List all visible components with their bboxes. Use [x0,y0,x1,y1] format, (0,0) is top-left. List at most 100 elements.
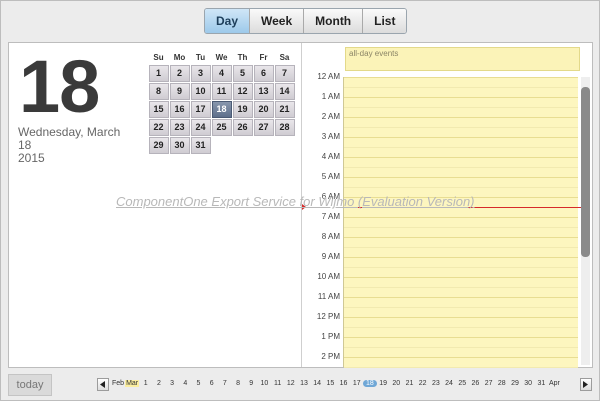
date-strip-day[interactable]: 13 [297,380,310,387]
mini-calendar-day[interactable]: 1 [148,64,169,82]
hour-line [344,317,578,318]
time-label: 5 AM [321,172,340,181]
mini-calendar-day[interactable]: 10 [190,82,211,100]
mini-calendar-day[interactable]: 6 [253,64,274,82]
date-strip-day[interactable]: 21 [403,380,416,387]
date-strip-day[interactable]: 29 [508,380,521,387]
time-label: 1 PM [321,332,340,341]
date-strip-day[interactable]: 10 [258,380,271,387]
weekday-month: Wednesday, March [18,125,121,139]
date-strip-day[interactable]: 3 [166,380,179,387]
date-strip-day[interactable]: 31 [535,380,548,387]
half-hour-line [344,307,578,308]
next-month-button[interactable] [580,378,592,391]
date-strip-day[interactable]: 26 [469,380,482,387]
mini-calendar-day[interactable]: 5 [232,64,253,82]
mini-calendar-day[interactable]: 2 [169,64,190,82]
date-strip-day[interactable]: 9 [245,380,258,387]
date-strip-day-selected[interactable]: 18 [363,379,377,387]
mini-calendar-day[interactable]: 16 [169,100,190,118]
day-time-grid[interactable] [343,77,578,368]
date-strip-day[interactable]: 15 [324,380,337,387]
half-hour-line [344,347,578,348]
date-strip-day[interactable]: 20 [390,380,403,387]
mini-calendar-day[interactable]: 12 [232,82,253,100]
date-strip-day[interactable]: 17 [350,380,363,387]
date-strip-day[interactable]: 12 [284,380,297,387]
date-strip-day[interactable]: 5 [192,380,205,387]
weekday-header: Sa [279,53,290,62]
mini-calendar-day[interactable]: 26 [232,118,253,136]
date-strip-day[interactable]: 2 [152,380,165,387]
mini-calendar-day[interactable]: 25 [211,118,232,136]
time-label: 8 AM [321,232,340,241]
mini-calendar-day[interactable]: 9 [169,82,190,100]
date-strip-day[interactable]: 24 [442,380,455,387]
mini-calendar-day[interactable]: 3 [190,64,211,82]
time-label: 9 AM [321,252,340,261]
mini-calendar-day[interactable]: 17 [190,100,211,118]
mini-calendar-day[interactable]: 8 [148,82,169,100]
date-strip-day[interactable]: 1 [139,380,152,387]
hour-line [344,337,578,338]
date-strip-day[interactable]: 23 [429,380,442,387]
chevron-right-icon [583,381,588,388]
time-label: 3 AM [321,132,340,141]
mini-calendar-day[interactable]: 31 [190,136,211,154]
hour-line [344,297,578,298]
next-month-label[interactable]: Apr [548,380,561,387]
current-month-label[interactable]: Mar [125,379,140,387]
mini-calendar-day[interactable]: 23 [169,118,190,136]
date-strip-day[interactable]: 4 [179,380,192,387]
half-hour-line [344,187,578,188]
mini-calendar-day[interactable]: 29 [148,136,169,154]
hour-line [344,117,578,118]
mini-calendar-day[interactable]: 27 [253,118,274,136]
date-strip-day[interactable]: 22 [416,380,429,387]
list-view-button[interactable]: List [362,9,407,33]
mini-calendar-day[interactable]: 22 [148,118,169,136]
all-day-events-area[interactable]: all-day events [345,47,580,71]
year: 2015 [18,151,45,165]
date-strip-day[interactable]: 28 [495,380,508,387]
date-strip-day[interactable]: 8 [231,380,244,387]
hour-line [344,237,578,238]
half-hour-line [344,127,578,128]
mini-calendar-day[interactable]: 30 [169,136,190,154]
mini-calendar-day[interactable]: 14 [274,82,295,100]
date-strip-day[interactable]: 16 [337,380,350,387]
mini-calendar-day[interactable]: 20 [253,100,274,118]
month-view-button[interactable]: Month [303,9,363,33]
week-view-button[interactable]: Week [249,9,304,33]
mini-calendar-day[interactable]: 13 [253,82,274,100]
mini-calendar-day[interactable]: 19 [232,100,253,118]
mini-calendar-day-selected[interactable]: 18 [211,100,232,118]
date-strip-day[interactable]: 6 [205,380,218,387]
date-strip-day[interactable]: 11 [271,380,284,387]
today-button[interactable]: today [8,374,52,396]
scrollbar-thumb[interactable] [581,87,590,257]
prev-month-label[interactable]: Feb [111,380,125,387]
prev-month-button[interactable] [97,378,109,391]
hour-line [344,217,578,218]
hour-line [344,157,578,158]
mini-calendar-day[interactable]: 4 [211,64,232,82]
mini-calendar-day[interactable]: 7 [274,64,295,82]
day-view-button[interactable]: Day [205,9,250,33]
date-strip-day[interactable]: 25 [456,380,469,387]
date-strip-day[interactable]: 27 [482,380,495,387]
mini-calendar-day[interactable]: 21 [274,100,295,118]
mini-calendar-day[interactable]: 28 [274,118,295,136]
mini-calendar-day[interactable]: 11 [211,82,232,100]
mini-calendar-day[interactable]: 15 [148,100,169,118]
mini-calendar-weekdays: Su Mo Tu We Th Fr Sa [148,52,295,64]
date-strip-day[interactable]: 7 [218,380,231,387]
mini-calendar-day[interactable]: 24 [190,118,211,136]
view-switcher: Day Week Month List [204,8,408,34]
date-strip-day[interactable]: 14 [311,380,324,387]
hour-line [344,97,578,98]
schedule-scrollbar[interactable] [581,77,590,365]
half-hour-line [344,87,578,88]
date-strip-day[interactable]: 19 [377,380,390,387]
date-strip-day[interactable]: 30 [522,380,535,387]
